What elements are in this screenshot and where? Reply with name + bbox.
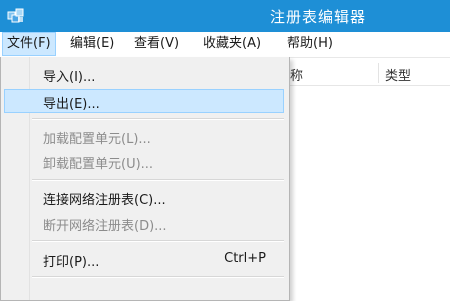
menu-item-disconnect-network-registry[interactable]: 断开网络注册表(D)... <box>4 211 284 235</box>
file-menu-dropdown: 导入(I)... 导出(E)... 加载配置单元(L)... 卸载配置单元(U)… <box>0 57 290 301</box>
menu-item-label: 连接网络注册表(C)... <box>43 193 166 208</box>
menu-item-label: 导入(I)... <box>43 70 96 85</box>
menu-item-label: 断开网络注册表(D)... <box>43 219 167 234</box>
menu-separator <box>32 240 284 242</box>
menu-favorites[interactable]: 收藏夹(A) <box>199 32 265 56</box>
menu-item-label: 导出(E)... <box>43 97 100 112</box>
menu-bar: 文件(F) 编辑(E) 查看(V) 收藏夹(A) 帮助(H) <box>0 32 450 58</box>
menu-separator <box>32 276 284 278</box>
menu-item-connect-network-registry[interactable]: 连接网络注册表(C)... <box>4 185 284 209</box>
column-header-type[interactable]: 类型 <box>385 65 411 84</box>
menu-separator <box>32 179 284 181</box>
window-title: 注册表编辑器 <box>270 8 367 26</box>
column-divider[interactable] <box>378 63 379 83</box>
menu-item-load-hive[interactable]: 加载配置单元(L)... <box>4 124 284 148</box>
menu-separator <box>32 118 284 120</box>
menu-help[interactable]: 帮助(H) <box>283 32 337 56</box>
title-bar[interactable]: 注册表编辑器 <box>0 0 450 32</box>
registry-editor-icon[interactable] <box>6 6 26 26</box>
menu-item-export[interactable]: 导出(E)... <box>4 89 284 113</box>
menu-edit[interactable]: 编辑(E) <box>66 32 118 56</box>
menu-item-label: 打印(P)... <box>43 255 100 270</box>
column-header-name[interactable]: 称 <box>290 65 303 84</box>
menu-file[interactable]: 文件(F) <box>2 32 56 56</box>
menu-item-import[interactable]: 导入(I)... <box>4 62 284 86</box>
menu-view[interactable]: 查看(V) <box>130 32 183 56</box>
menu-item-label: 卸载配置单元(U)... <box>43 157 154 172</box>
menu-item-unload-hive[interactable]: 卸载配置单元(U)... <box>4 149 284 173</box>
menu-item-label: 加载配置单元(L)... <box>43 132 151 147</box>
menu-item-print[interactable]: 打印(P)... Ctrl+P <box>4 247 284 271</box>
list-header: 称 类型 <box>286 61 450 86</box>
menu-item-shortcut: Ctrl+P <box>224 251 266 266</box>
